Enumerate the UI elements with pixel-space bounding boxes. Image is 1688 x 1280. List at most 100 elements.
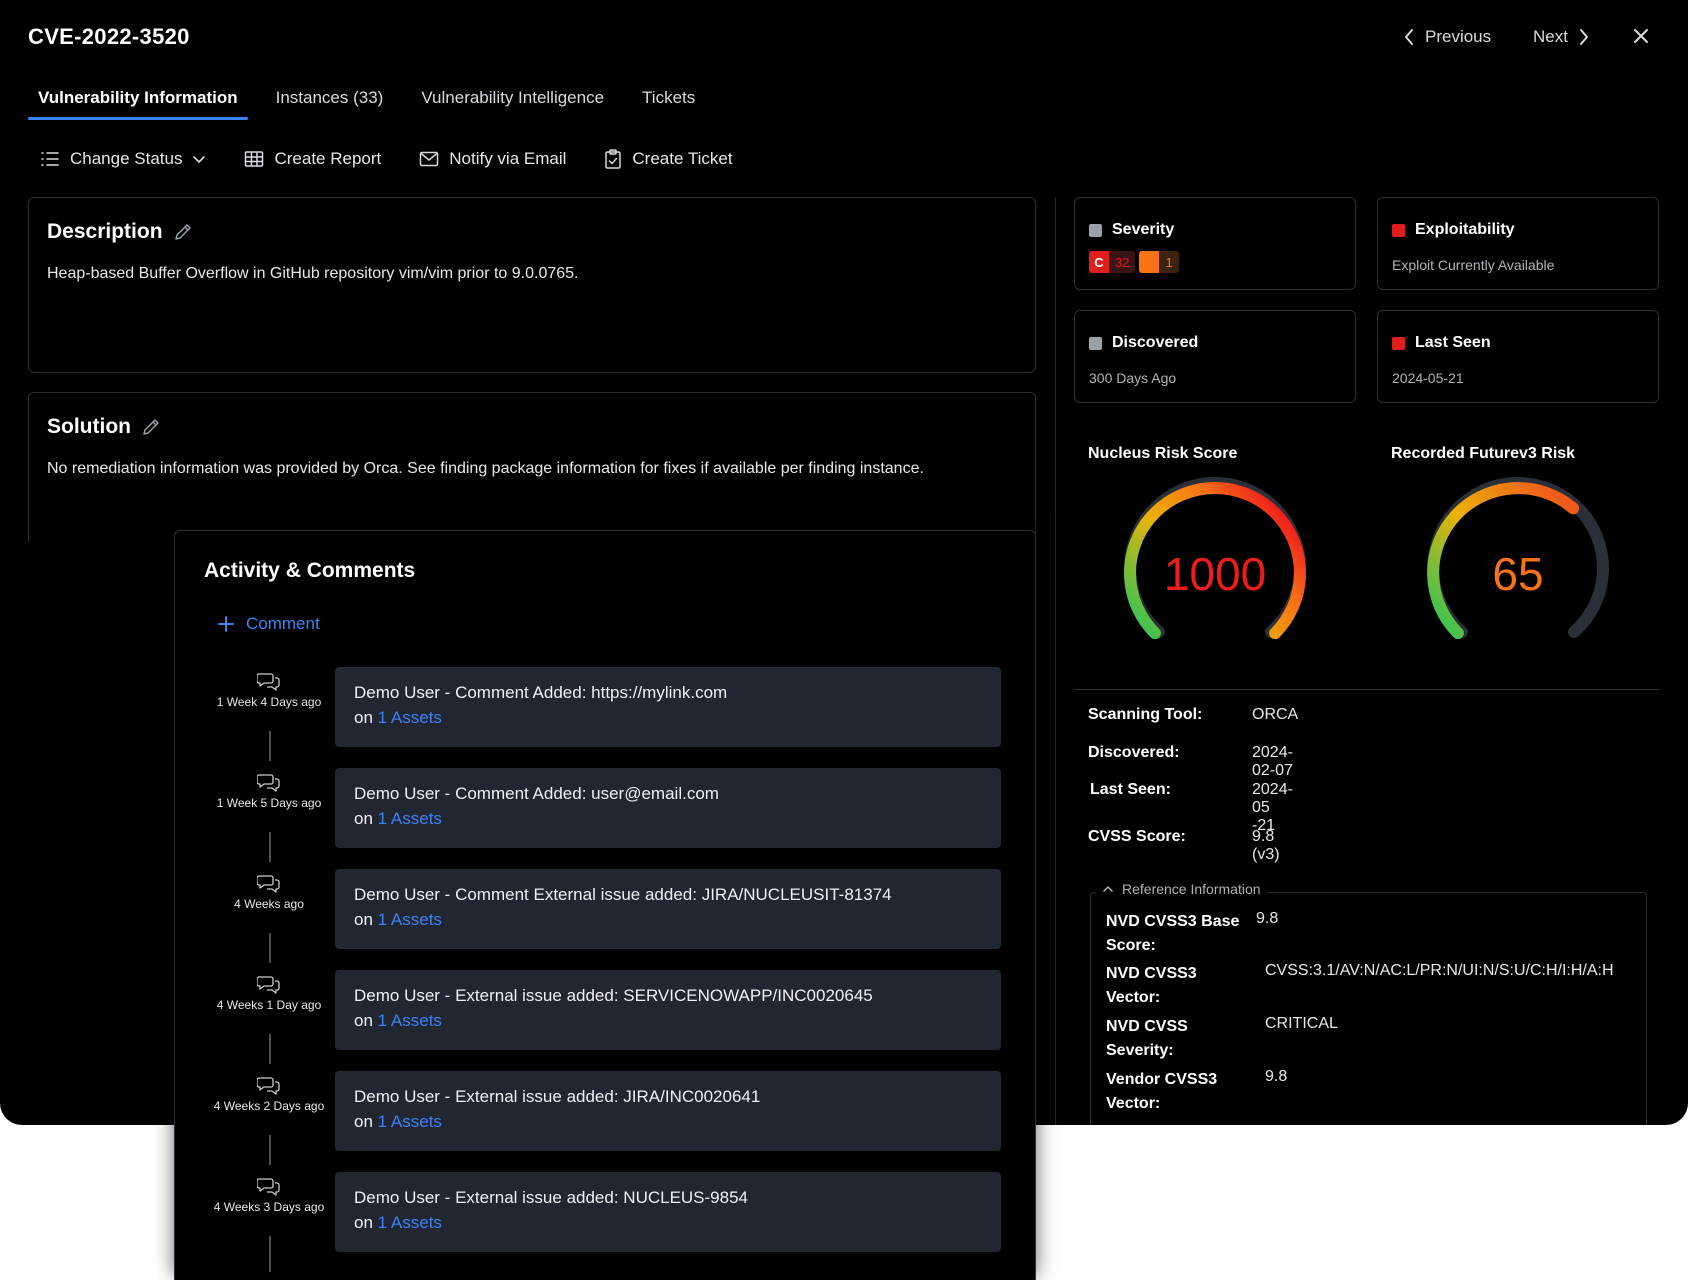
description-title: Description [47, 220, 163, 243]
notify-email-button[interactable]: Notify via Email [419, 149, 566, 169]
solution-card: Solution No remediation information was … [28, 392, 1036, 542]
pencil-icon[interactable] [141, 417, 161, 437]
chevron-left-icon [1405, 29, 1413, 45]
solution-text: No remediation information was provided … [47, 460, 924, 477]
discovered-label-row: Discovered [1089, 334, 1198, 352]
activity-entry: Demo User - Comment Added: user@email.co… [335, 768, 1001, 848]
create-report-button[interactable]: Create Report [244, 149, 381, 169]
tab-vulnerability-intelligence[interactable]: Vulnerability Intelligence [411, 88, 614, 120]
timeline-item: 1 Week 5 Days ago [189, 772, 349, 810]
severity-card: Severity C 32 1 [1074, 197, 1356, 290]
last-seen-detail-value: 2024-05 -21 [1252, 781, 1293, 835]
cvss-value: 9.8 (v3) [1252, 828, 1280, 863]
reference-row: NVD CVSS3 Base Score: 9.8 [1106, 910, 1278, 958]
discovered-label: Discovered [1112, 334, 1199, 351]
tab-tickets[interactable]: Tickets [632, 88, 705, 120]
assets-link[interactable]: 1 Assets [378, 809, 442, 828]
cvss-label: CVSS Score: [1088, 828, 1186, 845]
create-ticket-button[interactable]: Create Ticket [604, 149, 733, 169]
timeline-item: 4 Weeks ago [189, 873, 349, 911]
reference-information-label: Reference Information [1122, 881, 1261, 897]
assets-link[interactable]: 1 Assets [378, 1112, 442, 1131]
timeline-item: 4 Weeks 3 Days ago [189, 1176, 349, 1214]
reference-key: NVD CVSS Severity: [1106, 1018, 1188, 1059]
tab-bar: Vulnerability Information Instances (33)… [28, 88, 723, 120]
assets-link[interactable]: 1 Assets [378, 910, 442, 929]
timeline-connector [269, 933, 271, 963]
high-count: 1 [1165, 254, 1173, 270]
mail-icon [420, 151, 439, 167]
reference-value: CVSS:3.1/AV:N/AC:L/PR:N/UI:N/S:U/C:H/I:H… [1265, 962, 1614, 979]
reference-row: NVD CVSS Severity: CRITICAL [1106, 1015, 1338, 1063]
previous-label: Previous [1425, 27, 1492, 46]
last-seen-detail-label: Last Seen: [1090, 781, 1171, 798]
chat-bubbles-icon [257, 976, 280, 994]
comment-label: Comment [246, 614, 320, 633]
activity-entry-target: on 1 Assets [354, 1213, 442, 1232]
reference-value: 9.8 [1265, 1068, 1288, 1085]
activity-title: Activity & Comments [204, 559, 416, 582]
activity-entry-text: Demo User - External issue added: NUCLEU… [354, 1188, 749, 1207]
activity-entry-target: on 1 Assets [354, 910, 442, 929]
discovered-marker [1089, 336, 1102, 350]
high-badge[interactable]: 1 [1139, 251, 1179, 273]
tab-instances[interactable]: Instances (33) [266, 88, 394, 120]
activity-entry-target: on 1 Assets [354, 809, 442, 828]
activity-entry-text: Demo User - External issue added: JIRA/I… [354, 1087, 761, 1106]
last-seen-label: Last Seen [1415, 334, 1491, 351]
change-status-dropdown[interactable]: Change Status [40, 149, 206, 169]
previous-button[interactable]: Previous [1403, 27, 1491, 47]
details-divider [1073, 689, 1659, 690]
activity-comments-panel: Activity & Comments Comment 1 Week 4 Day… [174, 530, 1036, 1280]
close-icon[interactable] [1632, 27, 1650, 45]
exploitability-value: Exploit Currently Available [1392, 257, 1555, 273]
change-status-label: Change Status [70, 149, 183, 168]
severity-badges: C 32 1 [1089, 251, 1179, 273]
reference-value: 9.8 [1256, 910, 1279, 927]
next-button[interactable]: Next [1533, 27, 1590, 47]
pencil-icon[interactable] [173, 222, 193, 242]
add-comment-button[interactable]: Comment [218, 614, 320, 634]
assets-link[interactable]: 1 Assets [378, 1011, 442, 1030]
reference-key: NVD CVSS3 Vector: [1106, 965, 1197, 1006]
solution-heading: Solution [47, 415, 161, 439]
activity-entry-text: Demo User - Comment Added: https://mylin… [354, 683, 728, 702]
activity-entry: Demo User - External issue added: JIRA/I… [335, 1071, 1001, 1151]
description-text: Heap-based Buffer Overflow in GitHub rep… [47, 265, 579, 282]
chat-bubbles-icon [257, 774, 280, 792]
timeline-connector [269, 731, 271, 761]
reference-information-toggle[interactable]: Reference Information [1096, 881, 1267, 897]
tab-vulnerability-information[interactable]: Vulnerability Information [28, 88, 248, 120]
assets-link[interactable]: 1 Assets [378, 708, 442, 727]
critical-badge[interactable]: C 32 [1089, 251, 1136, 273]
timeline-connector [269, 832, 271, 862]
description-card: Description Heap-based Buffer Overflow i… [28, 197, 1036, 373]
high-key [1139, 251, 1160, 273]
activity-entry: Demo User - Comment External issue added… [335, 869, 1001, 949]
activity-entry-text: Demo User - Comment Added: user@email.co… [354, 784, 719, 803]
exploitability-card: Exploitability Exploit Currently Availab… [1377, 197, 1659, 290]
reference-key: NVD CVSS3 Base Score: [1106, 913, 1240, 954]
timeline-time: 1 Week 4 Days ago [216, 695, 322, 709]
severity-label: Severity [1112, 221, 1175, 238]
discovered-card: Discovered 300 Days Ago [1074, 310, 1356, 403]
nucleus-risk-gauge: 1000 [1124, 477, 1306, 640]
chat-bubbles-icon [257, 673, 280, 691]
action-toolbar: Change Status Create Report Notify via E… [40, 149, 733, 169]
exploitability-label: Exploitability [1415, 221, 1515, 238]
chevron-right-icon [1579, 29, 1588, 45]
description-heading: Description [47, 220, 193, 244]
timeline-connector [269, 1034, 271, 1064]
timeline-time: 4 Weeks 1 Day ago [216, 998, 322, 1012]
activity-entry-target: on 1 Assets [354, 1011, 442, 1030]
last-seen-value: 2024-05-21 [1392, 370, 1464, 386]
severity-label-row: Severity [1089, 221, 1174, 239]
critical-count: 32 [1115, 254, 1130, 270]
timeline-time: 4 Weeks 3 Days ago [213, 1200, 325, 1214]
timeline-time: 4 Weeks ago [234, 897, 304, 911]
assets-link[interactable]: 1 Assets [378, 1213, 442, 1232]
list-icon [41, 152, 59, 166]
create-ticket-label: Create Ticket [632, 149, 733, 168]
discovered-detail-value: 2024-02-07 [1252, 744, 1293, 779]
timeline-item: 1 Week 4 Days ago [189, 671, 349, 709]
